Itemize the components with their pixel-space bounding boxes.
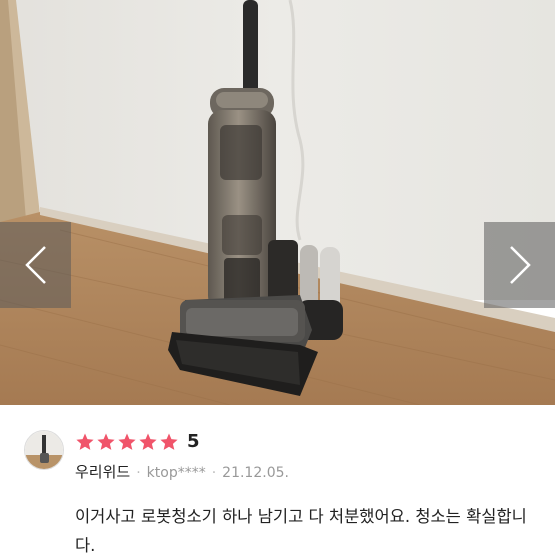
avatar[interactable] [24,430,64,470]
chevron-left-icon [24,246,46,284]
review-item: 5 우리위드 · ktop**** · 21.12.05. 이거사고 로봇청소기 하나 … [0,405,555,555]
product-photo [0,0,555,405]
chevron-right-icon [509,246,531,284]
review-text: 이거사고 로봇청소기 하나 남기고 다 처분했어요. 청소는 확실합니다. [75,507,527,555]
rating-value: 5 [187,431,200,452]
review-date: 21.12.05. [222,465,289,481]
review-meta: 우리위드 · ktop**** · 21.12.05. [75,461,289,482]
star-icon [160,433,178,450]
star-rating: 5 [75,432,200,452]
star-icon [118,433,136,450]
meta-separator: · [211,465,217,481]
star-icon [76,433,94,450]
star-icon [139,433,157,450]
gallery-prev-button[interactable] [0,222,71,308]
gallery-next-button[interactable] [484,222,555,308]
review-author[interactable]: 우리위드 [75,463,130,481]
meta-separator: · [136,465,141,481]
buyer-id: ktop**** [146,465,206,481]
star-icon [97,433,115,450]
